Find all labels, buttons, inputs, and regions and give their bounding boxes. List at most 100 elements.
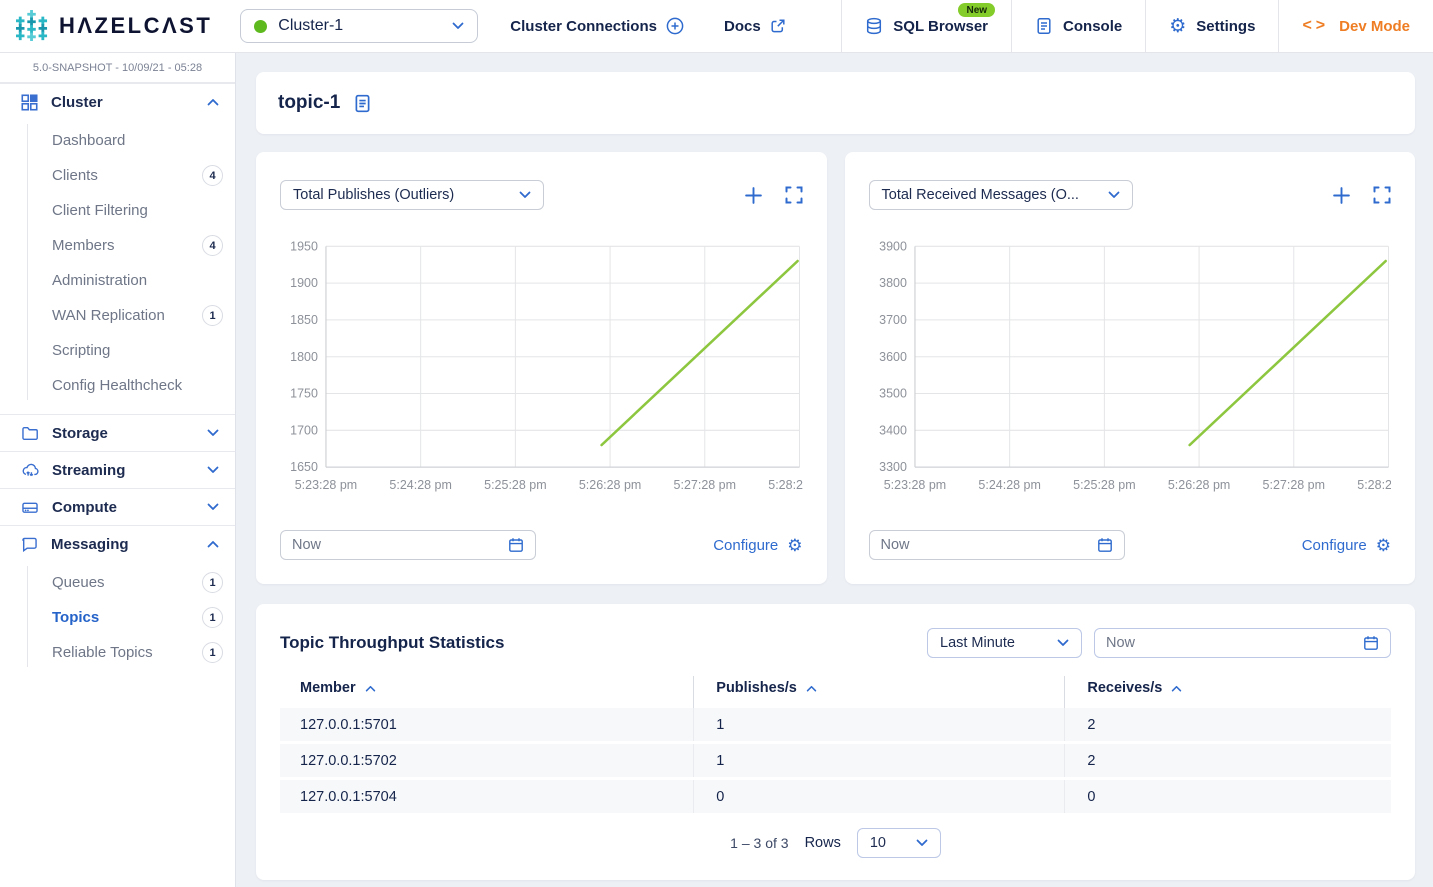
- external-link-icon: [770, 18, 786, 34]
- column-header-member[interactable]: Member: [280, 676, 693, 708]
- sidebar-section-storage-header[interactable]: Storage: [0, 414, 235, 451]
- code-icon: <>: [1302, 17, 1329, 35]
- sidebar-item-reliable-topics[interactable]: Reliable Topics1: [0, 635, 235, 670]
- svg-text:1800: 1800: [290, 350, 318, 364]
- brand-wordmark: HΛZELCΛST: [59, 13, 212, 39]
- svg-text:5:28:28 pm: 5:28:28 pm: [768, 478, 802, 492]
- cell-member: 127.0.0.1:5704: [280, 780, 693, 813]
- sidebar-section-messaging-header[interactable]: Messaging: [0, 525, 235, 562]
- dev-mode-label: Dev Mode: [1339, 18, 1410, 35]
- metric-select[interactable]: Total Received Messages (O...: [869, 180, 1133, 210]
- sidebar-section-cluster: Cluster Dashboard Clients4 Client Filter…: [0, 83, 235, 414]
- sidebar-item-client-filtering[interactable]: Client Filtering: [0, 193, 235, 228]
- throughput-stats-card: Topic Throughput Statistics Last Minute …: [256, 604, 1415, 880]
- sort-asc-icon[interactable]: [806, 685, 817, 692]
- chart-time-input[interactable]: Now: [280, 530, 536, 560]
- sidebar-nav: 5.0-SNAPSHOT - 10/09/21 - 05:28 Cluster …: [0, 53, 236, 887]
- chevron-down-icon: [519, 191, 531, 199]
- svg-text:3900: 3900: [879, 239, 907, 253]
- sidebar-item-dashboard[interactable]: Dashboard: [0, 123, 235, 158]
- expand-icon[interactable]: [1373, 186, 1391, 204]
- sidebar-item-label: Reliable Topics: [52, 644, 153, 661]
- chevron-down-icon: [207, 503, 219, 511]
- sidebar-item-config-healthcheck[interactable]: Config Healthcheck: [0, 368, 235, 403]
- sidebar-item-label: Members: [52, 237, 115, 254]
- column-label: Member: [300, 680, 356, 696]
- sidebar-item-label: Administration: [52, 272, 147, 289]
- sidebar-item-label: Topics: [52, 609, 99, 626]
- expand-icon[interactable]: [785, 186, 803, 204]
- period-select-value: Last Minute: [940, 635, 1015, 651]
- sidebar-item-topics[interactable]: Topics 1: [0, 600, 235, 635]
- chevron-down-icon: [207, 466, 219, 474]
- sidebar-item-label: Clients: [52, 167, 98, 184]
- charts-row: Total Publishes (Outliers) 1650170017501…: [256, 152, 1415, 584]
- sidebar-section-compute-header[interactable]: Compute: [0, 488, 235, 525]
- sidebar-item-members[interactable]: Members 4: [0, 228, 235, 263]
- sidebar-item-label: Scripting: [52, 342, 110, 359]
- add-chart-icon[interactable]: [1332, 186, 1351, 205]
- dashboard-grid-icon: [21, 94, 38, 111]
- rows-per-page-value: 10: [870, 835, 886, 851]
- table-row[interactable]: 127.0.0.1:5701 1 2: [280, 708, 1391, 741]
- metric-select[interactable]: Total Publishes (Outliers): [280, 180, 544, 210]
- svg-text:5:23:28 pm: 5:23:28 pm: [883, 478, 945, 492]
- calendar-icon: [1363, 635, 1379, 651]
- console-button[interactable]: Console: [1011, 0, 1145, 52]
- chart-time-input[interactable]: Now: [869, 530, 1125, 560]
- count-badge: 1: [202, 607, 223, 628]
- sort-asc-icon[interactable]: [1171, 685, 1182, 692]
- count-badge: 4: [202, 235, 223, 256]
- console-doc-icon: [1035, 17, 1053, 35]
- metric-select-value: Total Received Messages (O...: [882, 187, 1079, 203]
- svg-text:1650: 1650: [290, 460, 318, 474]
- sidebar-section-messaging-label: Messaging: [51, 536, 129, 553]
- sort-asc-icon[interactable]: [365, 685, 376, 692]
- svg-text:1900: 1900: [290, 276, 318, 290]
- rows-per-page-select[interactable]: 10: [857, 828, 941, 858]
- sidebar-item-wan-replication[interactable]: WAN Replication1: [0, 298, 235, 333]
- main-content: topic-1 Total Publishes (Outliers): [236, 0, 1433, 880]
- cluster-select[interactable]: Cluster-1: [240, 9, 478, 43]
- svg-text:5:27:28 pm: 5:27:28 pm: [1262, 478, 1324, 492]
- sidebar-section-streaming-header[interactable]: Streaming: [0, 451, 235, 488]
- stats-time-input[interactable]: Now: [1094, 628, 1391, 658]
- table-row[interactable]: 127.0.0.1:5702 1 2: [280, 744, 1391, 777]
- add-chart-icon[interactable]: [744, 186, 763, 205]
- cluster-connections-button[interactable]: Cluster Connections: [510, 17, 684, 35]
- settings-label: Settings: [1196, 18, 1255, 35]
- calendar-icon: [508, 537, 524, 553]
- sidebar-item-clients[interactable]: Clients4: [0, 158, 235, 193]
- sidebar-section-streaming-label: Streaming: [52, 462, 125, 479]
- period-select[interactable]: Last Minute: [927, 628, 1082, 658]
- sidebar-item-label: Dashboard: [52, 132, 125, 149]
- publishes-line-chart: 16501700175018001850190019505:23:28 pm5:…: [280, 236, 803, 496]
- column-header-receives[interactable]: Receives/s: [1064, 676, 1391, 708]
- table-row[interactable]: 127.0.0.1:5704 0 0: [280, 780, 1391, 813]
- cluster-status-dot: [254, 20, 267, 33]
- cell-publishes: 0: [693, 780, 1064, 813]
- gear-icon: ⚙: [1169, 17, 1186, 36]
- sidebar-messaging-items: Queues1 Topics 1 Reliable Topics1: [0, 562, 235, 681]
- sidebar-section-cluster-header[interactable]: Cluster: [0, 83, 235, 120]
- topic-doc-icon[interactable]: [353, 94, 372, 113]
- sidebar-item-administration[interactable]: Administration: [0, 263, 235, 298]
- sql-browser-button[interactable]: New SQL Browser: [841, 0, 1011, 52]
- dev-mode-button[interactable]: <> Dev Mode: [1278, 0, 1433, 52]
- gear-icon: ⚙: [787, 537, 802, 554]
- column-header-publishes[interactable]: Publishes/s: [693, 676, 1064, 708]
- sidebar-cluster-items: Dashboard Clients4 Client Filtering Memb…: [0, 120, 235, 414]
- svg-text:3700: 3700: [879, 313, 907, 327]
- docs-link[interactable]: Docs: [724, 18, 786, 35]
- svg-text:3600: 3600: [879, 350, 907, 364]
- settings-button[interactable]: ⚙ Settings: [1145, 0, 1278, 52]
- column-label: Receives/s: [1087, 680, 1162, 696]
- chart-card-publishes: Total Publishes (Outliers) 1650170017501…: [256, 152, 827, 584]
- configure-link[interactable]: Configure ⚙: [713, 537, 802, 554]
- sidebar-section-streaming: Streaming: [0, 451, 235, 488]
- cell-member: 127.0.0.1:5701: [280, 708, 693, 741]
- sidebar-item-queues[interactable]: Queues1: [0, 565, 235, 600]
- configure-link[interactable]: Configure ⚙: [1302, 537, 1391, 554]
- sidebar-item-scripting[interactable]: Scripting: [0, 333, 235, 368]
- pagination-range: 1 – 3 of 3: [730, 835, 788, 851]
